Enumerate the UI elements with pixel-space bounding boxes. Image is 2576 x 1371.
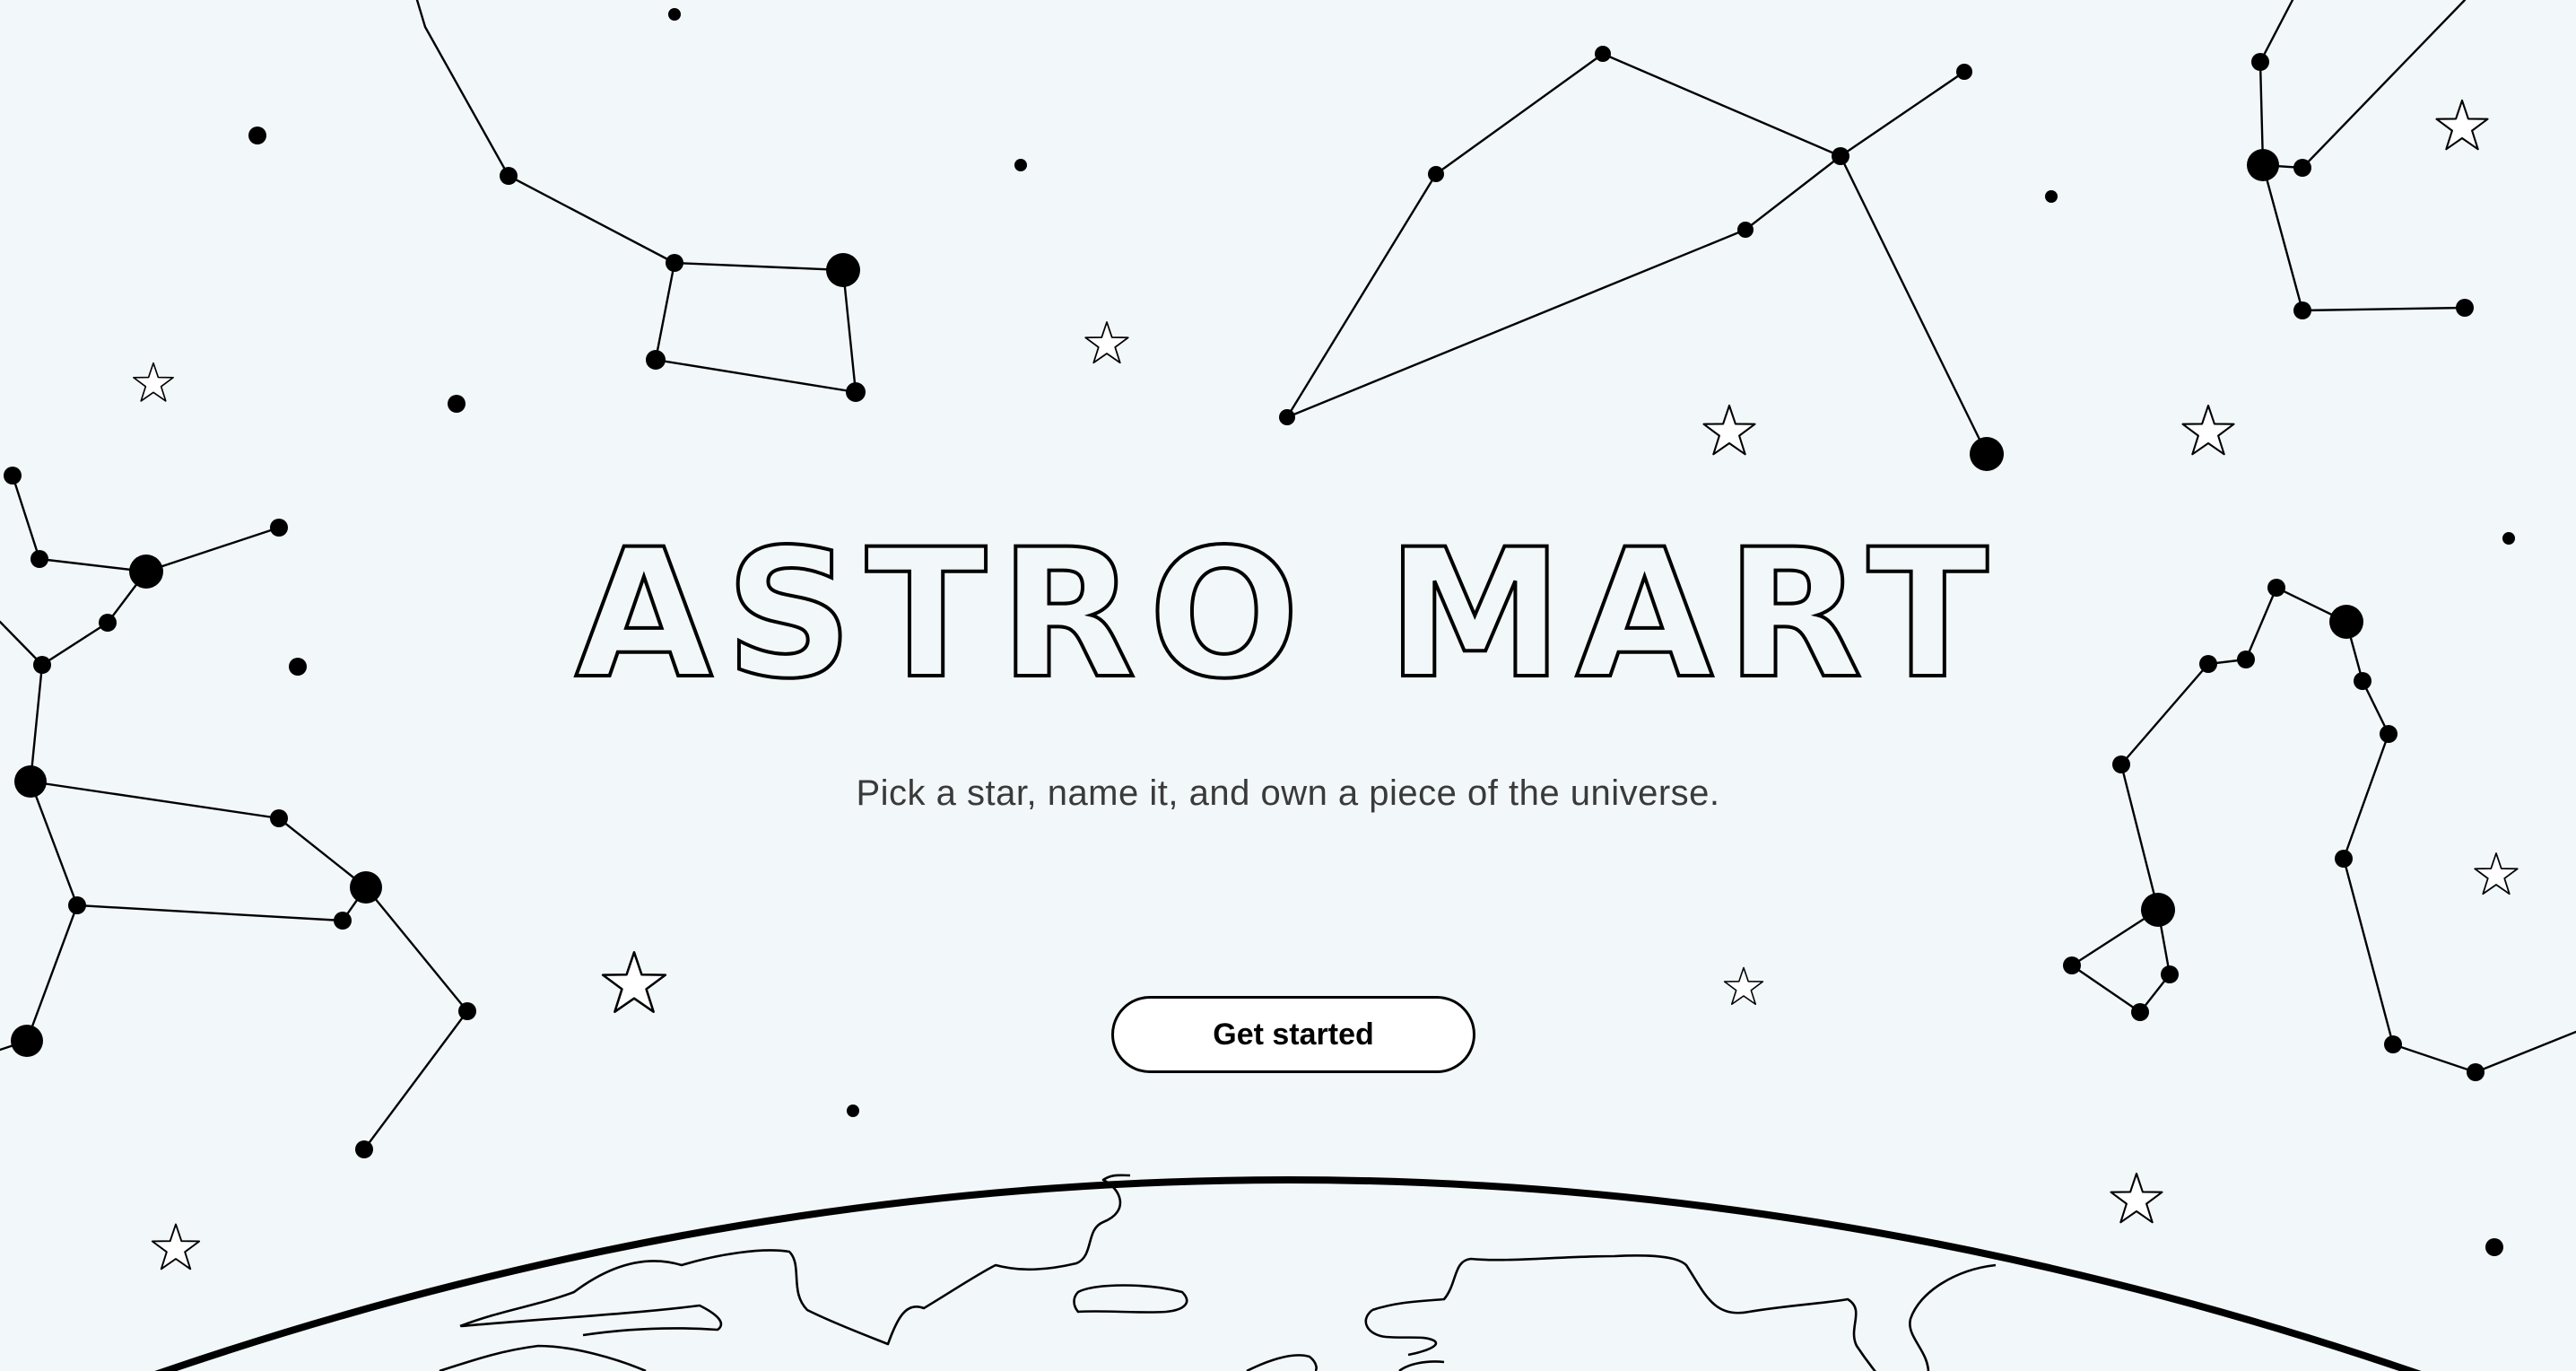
hero-subtitle: Pick a star, name it, and own a piece of… <box>856 773 1720 813</box>
landing-page: ASTRO MART Pick a star, name it, and own… <box>0 0 2576 1371</box>
get-started-button[interactable]: Get started <box>1111 996 1475 1073</box>
hero-title: ASTRO MART <box>573 511 2001 718</box>
planet-horizon <box>0 1174 2576 1371</box>
